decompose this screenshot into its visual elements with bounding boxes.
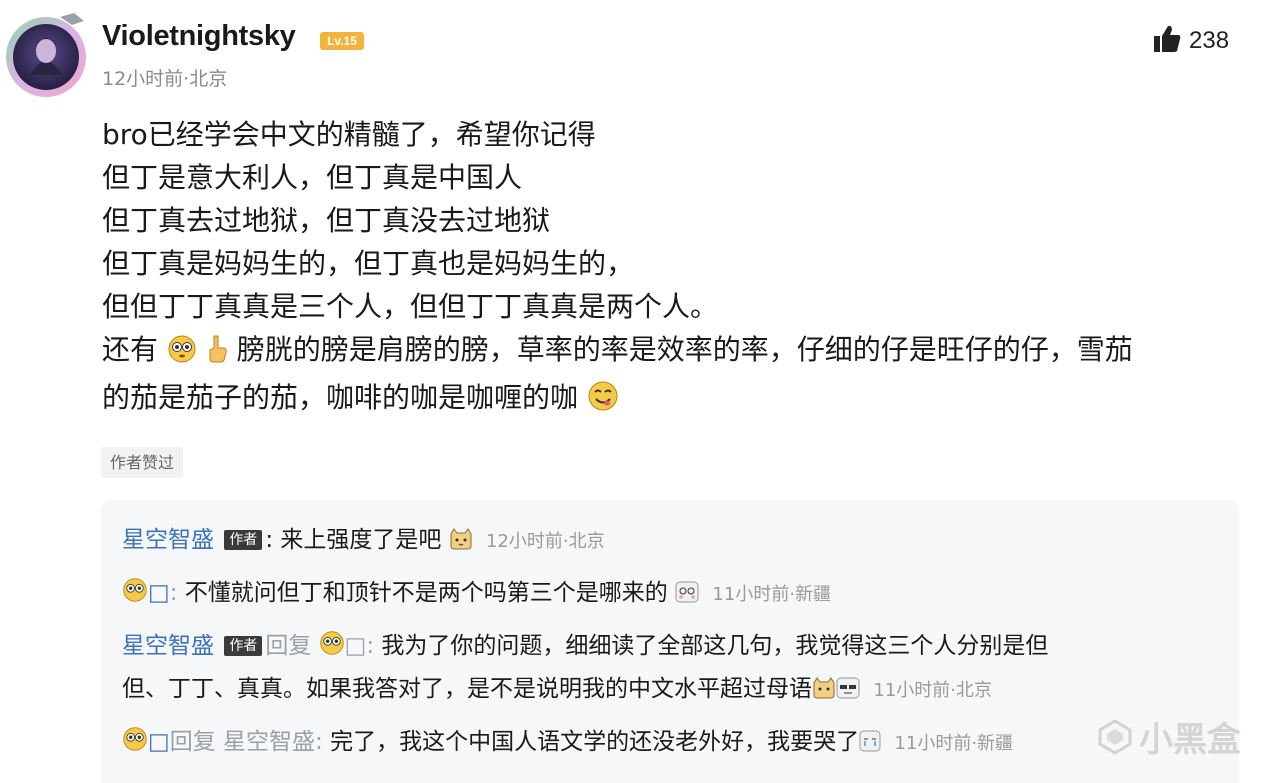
crying-sticker-icon <box>859 724 881 767</box>
reply-text: 来上强度了是吧 <box>280 527 442 553</box>
comment-line: 但丁真是妈妈生的，但丁真也是妈妈生的， <box>102 247 635 280</box>
reply-word: 回复 <box>265 633 312 659</box>
comment-meta: 12小时前·北京 <box>102 68 228 90</box>
reply-list: 星空智盛 作者: 来上强度了是吧 12小时前·北京 □: 不懂就问但丁和顶针不是… <box>101 500 1239 783</box>
dizzy-sticker-icon <box>675 575 699 618</box>
cat-sticker-icon <box>812 671 836 714</box>
cool-sticker-icon <box>836 671 860 714</box>
flushed-face-icon <box>167 333 197 376</box>
user-avatar[interactable] <box>0 7 92 99</box>
reply-item: □回复 星空智盛: 完了，我这个中国人语文学的还没老外好，我要哭了 11小时前·… <box>122 721 1013 767</box>
reply-text: 不懂就问但丁和顶针不是两个吗第三个是哪来的 <box>184 580 668 606</box>
flushed-face-icon <box>122 724 148 767</box>
reply-separator: : <box>265 527 281 553</box>
reply-item-continued: 但、丁丁、真真。如果我答对了，是不是说明我的中文水平超过母语 11小时前·北京 <box>122 668 992 714</box>
reply-item: 星空智盛 作者 回复 □: 我为了你的问题，细细读了全部这几句，我觉得这三个人分别… <box>122 625 1048 671</box>
author-tag: 作者 <box>224 530 263 550</box>
reply-separator: : <box>366 633 382 659</box>
comment-text: 还有 <box>102 333 159 366</box>
reply-time: 11小时前·北京 <box>873 680 992 701</box>
reply-time: 11小时前·新疆 <box>894 733 1014 754</box>
comment-line: 但但丁丁真真是三个人，但但丁丁真真是两个人。 <box>102 290 719 323</box>
reply-author[interactable]: 星空智盛 <box>122 527 214 553</box>
comment-line: 还有 膀胱的膀是肩膀的膀，草率的率是效率的率，仔细的仔是旺仔的仔，雪茄 <box>102 328 1242 376</box>
comment-text: 的茄是茄子的茄，咖啡的咖是咖喱的咖 <box>102 381 579 414</box>
reply-author[interactable]: □ <box>148 580 170 606</box>
like-button[interactable]: 238 <box>1152 25 1229 57</box>
reply-target[interactable]: □ <box>345 633 367 659</box>
watermark-logo-icon <box>1098 718 1132 755</box>
watermark: 小黑盒 <box>1097 712 1241 761</box>
cat-sticker-icon <box>449 522 473 565</box>
author-tag: 作者 <box>224 636 263 656</box>
reply-author[interactable]: 星空智盛 <box>122 633 214 659</box>
reply-item: 星空智盛 作者: 来上强度了是吧 12小时前·北京 <box>122 519 605 565</box>
flushed-face-icon <box>122 575 148 618</box>
comment-line: bro已经学会中文的精髓了，希望你记得 <box>102 118 596 151</box>
reply-text: 我为了你的问题，细细读了全部这几句，我觉得这三个人分别是但 <box>381 633 1049 659</box>
thumbs-up-icon <box>1152 24 1182 58</box>
reply-item: □: 不懂就问但丁和顶针不是两个吗第三个是哪来的 11小时前·新疆 <box>122 572 831 618</box>
yum-face-icon <box>587 380 619 424</box>
watermark-text: 小黑盒 <box>1139 720 1241 760</box>
flushed-face-icon <box>319 628 345 671</box>
author-liked-badge: 作者赞过 <box>101 447 184 478</box>
pointing-down-icon <box>206 333 228 376</box>
reply-separator: : <box>169 580 185 606</box>
reply-word: 回复 <box>169 729 216 755</box>
reply-author[interactable]: □ <box>148 729 170 755</box>
reply-separator: : <box>315 729 331 755</box>
reply-text: 完了，我这个中国人语文学的还没老外好，我要哭了 <box>330 729 860 755</box>
comment-line: 但丁是意大利人，但丁真是中国人 <box>102 161 523 194</box>
comment-text: 膀胱的膀是肩膀的膀，草率的率是效率的率，仔细的仔是旺仔的仔，雪茄 <box>236 333 1133 366</box>
comment-line: 但丁真去过地狱，但丁真没去过地狱 <box>102 204 551 237</box>
comment-body: bro已经学会中文的精髓了，希望你记得 但丁是意大利人，但丁真是中国人 但丁真去… <box>102 113 1242 424</box>
reply-time: 12小时前·北京 <box>486 531 605 552</box>
like-count: 238 <box>1189 27 1230 54</box>
reply-time: 11小时前·新疆 <box>712 584 832 605</box>
reply-target[interactable]: 星空智盛 <box>223 729 315 755</box>
comment-card: Violetnightsky Lv.15 12小时前·北京 238 bro已经学… <box>0 0 1280 783</box>
reply-text: 但、丁丁、真真。如果我答对了，是不是说明我的中文水平超过母语 <box>122 676 812 702</box>
username[interactable]: Violetnightsky <box>102 20 296 53</box>
level-badge: Lv.15 <box>320 32 364 50</box>
comment-line: 的茄是茄子的茄，咖啡的咖是咖喱的咖 <box>102 376 1242 424</box>
